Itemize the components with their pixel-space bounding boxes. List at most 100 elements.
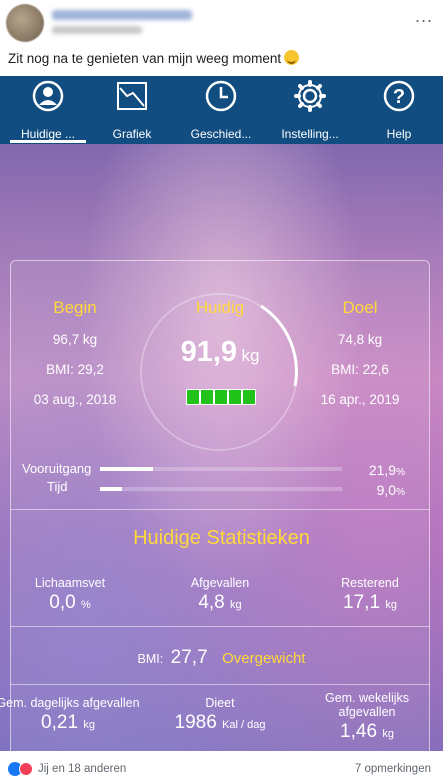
stat-value: 1986 Kal / dag: [160, 712, 280, 734]
tab-label: Grafiek: [112, 127, 152, 141]
bmi-value: 27,7: [170, 647, 208, 668]
stat-resterend: Resterend 17,1 kg: [320, 576, 420, 614]
progress-block: [215, 390, 227, 404]
progress-block: [243, 390, 255, 404]
time-unit: %: [396, 487, 405, 498]
stat-number: 1,46: [340, 721, 378, 742]
goal-weight: 74,8 kg: [337, 332, 383, 347]
post-image-app-screenshot[interactable]: Huidige ... Grafiek Geschied... Instelli…: [0, 76, 443, 751]
progress-percent: 21,9: [368, 462, 397, 478]
help-icon: ?: [383, 80, 415, 112]
begin-column: Begin: [30, 298, 120, 318]
divider: [10, 626, 430, 627]
progress-fill: [100, 467, 153, 471]
stat-lichaamsvet: Lichaamsvet 0,0 %: [20, 576, 120, 614]
tab-label: Help: [386, 127, 412, 141]
stat-unit: kg: [83, 719, 95, 731]
current-column: Huidig: [170, 298, 270, 318]
stat-value: 0,0 %: [20, 592, 120, 614]
tab-label: Instelling...: [281, 127, 339, 141]
current-weight-unit: kg: [241, 346, 260, 365]
stat-value: 1,46 kg: [312, 721, 422, 743]
chart-icon: [117, 82, 147, 110]
poster-name-blurred[interactable]: [52, 10, 192, 20]
current-weight: 91,9 kg: [150, 336, 290, 369]
bmi-label: BMI:: [137, 652, 164, 666]
goal-column: Doel: [315, 298, 405, 318]
stats-title: Huidige Statistieken: [133, 527, 310, 549]
progress-block: [201, 390, 213, 404]
post-footer: Jij en 18 anderen 7 opmerkingen: [0, 751, 443, 782]
tab-label: Huidige ...: [20, 127, 76, 141]
time-value: 9,0%: [345, 482, 405, 498]
avatar[interactable]: [6, 4, 44, 42]
stat-label: Afgevallen: [190, 576, 250, 590]
bmi-category: Overgewicht: [222, 650, 306, 667]
app-navbar: Huidige ... Grafiek Geschied... Instelli…: [0, 76, 443, 144]
stat-value: 0,21 kg: [0, 712, 148, 734]
love-reaction-icon[interactable]: [19, 762, 33, 776]
user-icon: [32, 80, 64, 112]
divider: [10, 684, 430, 685]
progress-label: Vooruitgang: [22, 461, 92, 476]
begin-date: 03 aug., 2018: [33, 392, 117, 407]
svg-text:?: ?: [393, 86, 405, 108]
tab-instellingen[interactable]: Instelling...: [266, 76, 354, 144]
begin-heading: Begin: [53, 298, 97, 317]
post-header: ...: [0, 0, 443, 48]
gear-icon: [294, 80, 326, 112]
blurred-name-watermark: ​: [150, 199, 300, 239]
stat-label: Lichaamsvet: [34, 576, 106, 590]
stat-number: 4,8: [198, 592, 225, 613]
tab-label: Geschied...: [190, 127, 252, 141]
tab-geschiedenis[interactable]: Geschied...: [177, 76, 265, 144]
tab-grafiek[interactable]: Grafiek: [88, 76, 176, 144]
stat-unit: kg: [385, 599, 397, 611]
stat-unit: %: [80, 599, 91, 611]
comments-count[interactable]: 7 opmerkingen: [355, 763, 431, 775]
reactions-count[interactable]: Jij en 18 anderen: [38, 763, 126, 775]
current-weight-value: 91,9: [180, 336, 238, 368]
stat-number: 0,0: [49, 592, 76, 613]
progress-track: [100, 467, 342, 471]
stat-unit: kg: [230, 599, 242, 611]
time-fill: [100, 487, 122, 491]
current-heading: Huidig: [195, 298, 245, 317]
stat-number: 17,1: [343, 592, 381, 613]
time-label: Tijd: [47, 479, 68, 494]
begin-bmi: BMI: 29,2: [46, 362, 104, 377]
stat-value: 17,1 kg: [320, 592, 420, 614]
goal-heading: Doel: [342, 298, 378, 317]
progress-block: [187, 390, 199, 404]
stat-label: Gem. dagelijks afgevallen: [0, 696, 140, 710]
tab-huidige[interactable]: Huidige ...: [4, 76, 92, 144]
stat-label: Gem. wekelijks afgevallen: [324, 691, 410, 719]
progress-unit: %: [396, 467, 405, 478]
time-percent: 9,0: [376, 482, 397, 498]
stat-number: 1986: [174, 712, 217, 733]
stat-dieet: Dieet 1986 Kal / dag: [160, 696, 280, 734]
post-caption: Zit nog na te genieten van mijn weeg mom…: [8, 50, 300, 66]
bmi-row: BMI: 27,7 Overgewicht: [0, 647, 443, 669]
post-menu-button[interactable]: ...: [415, 6, 433, 27]
tab-help[interactable]: ? Help: [355, 76, 443, 144]
goal-bmi: BMI: 22,6: [331, 362, 389, 377]
progress-blocks: [186, 389, 256, 405]
post-meta-blurred: [52, 26, 142, 34]
divider: [10, 509, 430, 510]
stat-afgevallen: Afgevallen 4,8 kg: [170, 576, 270, 614]
stat-unit: kg: [382, 728, 394, 740]
stat-value: 4,8 kg: [170, 592, 270, 614]
clock-icon: [205, 80, 237, 112]
stat-label: Resterend: [341, 576, 399, 590]
time-track: [100, 487, 342, 491]
progress-value: 21,9%: [345, 462, 405, 478]
stat-dagelijks: Gem. dagelijks afgevallen 0,21 kg: [0, 696, 148, 734]
goal-date: 16 apr., 2019: [320, 392, 400, 407]
stat-unit: Kal / dag: [222, 719, 266, 731]
stat-number: 0,21: [41, 712, 79, 733]
post-caption-text: Zit nog na te genieten van mijn weeg mom…: [8, 51, 282, 66]
stat-wekelijks: Gem. wekelijks afgevallen 1,46 kg: [312, 691, 422, 743]
active-tab-indicator: [10, 140, 86, 143]
progress-block: [229, 390, 241, 404]
